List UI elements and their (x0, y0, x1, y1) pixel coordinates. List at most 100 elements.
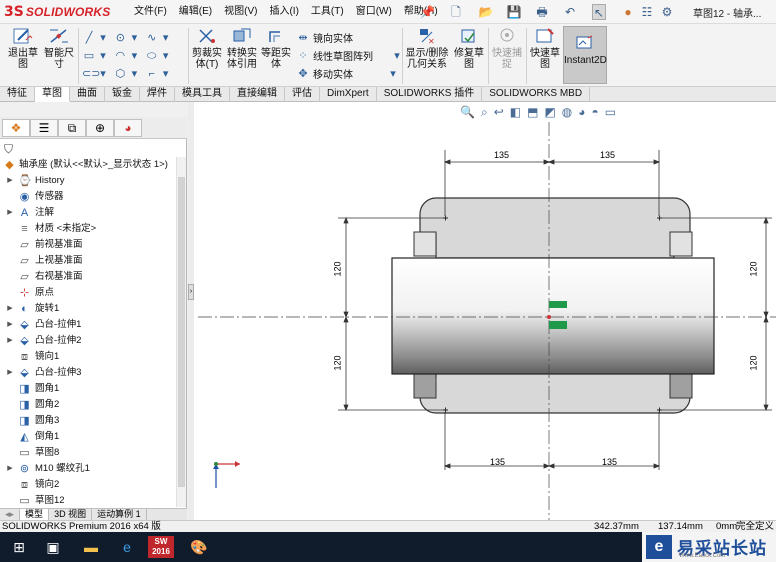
notch-top-left[interactable] (413, 231, 437, 257)
tab-3d-view[interactable]: 3D 视图 (49, 509, 93, 520)
menu-edit[interactable]: 编辑(E) (173, 4, 218, 20)
configuration-manager-tab[interactable]: ⧉ (58, 119, 86, 137)
tree-item[interactable]: ▶ ⬙ 凸台-拉伸1 (0, 317, 176, 333)
tree-item[interactable]: ▶ ⬙ 凸台-拉伸3 (0, 365, 176, 381)
solidworks-taskbar-icon[interactable]: SW 2016 (148, 536, 174, 558)
tab-motion-study[interactable]: 运动算例 1 (92, 509, 147, 520)
relation-icon-symmetric[interactable] (559, 321, 567, 329)
expand-arrow-icon[interactable]: ▶ (6, 317, 14, 333)
notch-bottom-left[interactable] (413, 373, 437, 399)
rebuild-icon[interactable]: ● (622, 4, 634, 20)
relation-icon-symmetric[interactable] (549, 321, 559, 329)
shaft-body[interactable] (391, 257, 715, 375)
scene-icon[interactable]: ◓ (592, 105, 599, 123)
solidworks-logo[interactable]: 3S SOLIDWORKS (4, 3, 111, 21)
tree-item[interactable]: ▱ 右视基准面 (0, 269, 176, 285)
tree-item[interactable]: ▱ 上视基准面 (0, 253, 176, 269)
tree-item[interactable]: ▶ ◐ 旋转1 (0, 301, 176, 317)
tree-item[interactable]: ◨ 圆角2 (0, 397, 176, 413)
relation-icon-equal[interactable] (549, 301, 559, 308)
dropdown-icon[interactable]: ▾ (159, 32, 173, 44)
expand-arrow-icon[interactable]: ▶ (6, 205, 14, 221)
expand-arrow-icon[interactable]: ▶ (6, 173, 14, 189)
dimxpert-manager-tab[interactable]: ⊕ (86, 119, 114, 137)
previous-view-icon[interactable]: ↩ (494, 105, 504, 123)
linear-pattern-button[interactable]: ⁘ 线性草图阵列 ▾ (296, 48, 404, 64)
dim-right-bottom[interactable]: 120 (749, 355, 759, 370)
tree-item[interactable]: ◨ 圆角3 (0, 413, 176, 429)
task-view-icon[interactable]: ▣ (40, 536, 66, 558)
monitor-icon[interactable]: ▭ (605, 105, 616, 123)
tree-item[interactable]: ▶ ⬙ 凸台-拉伸2 (0, 333, 176, 349)
tab-evaluate[interactable]: 评估 (285, 87, 320, 102)
tree-item[interactable]: ⊹ 原点 (0, 285, 176, 301)
zoom-to-fit-icon[interactable]: 🔍 (460, 105, 475, 123)
dim-right-top[interactable]: 120 (749, 261, 759, 276)
pin-icon[interactable]: 📌 (420, 4, 435, 20)
tree-item[interactable]: ◨ 圆角1 (0, 381, 176, 397)
tree-item[interactable]: ◭ 倒角1 (0, 429, 176, 445)
save-icon[interactable]: 💾 (506, 4, 522, 20)
dim-bottom-right[interactable]: 135 (602, 457, 617, 467)
file-properties-icon[interactable]: ☷ (640, 4, 654, 20)
expand-arrow-icon[interactable]: ▶ (6, 301, 14, 317)
undo-icon[interactable]: ↶ (562, 4, 578, 20)
tree-item[interactable]: ▶ ⊚ M10 螺纹孔1 (0, 461, 176, 477)
fillet-sketch-icon[interactable]: ⌐ (145, 68, 159, 80)
property-manager-tab[interactable]: ☰ (30, 119, 58, 137)
dropdown-icon[interactable]: ▾ (127, 32, 141, 44)
menu-tools[interactable]: 工具(T) (305, 4, 350, 20)
section-view-icon[interactable]: ◧ (510, 105, 521, 123)
origin-point[interactable] (547, 315, 551, 319)
dropdown-icon[interactable]: ▾ (386, 68, 400, 80)
rapid-sketch-button[interactable]: 快速草 图 (528, 26, 562, 70)
tree-item[interactable]: ▭ 草图12 (0, 493, 176, 509)
dim-left-top[interactable]: 120 (333, 261, 343, 276)
tab-model[interactable]: 模型 (20, 509, 50, 520)
dropdown-icon[interactable]: ▾ (159, 50, 173, 62)
menu-view[interactable]: 视图(V) (218, 4, 263, 20)
appearance-icon[interactable]: ◕ (578, 105, 585, 123)
tree-item[interactable]: ≡ 材质 <未指定> (0, 221, 176, 237)
tree-item[interactable]: ◉ 传感器 (0, 189, 176, 205)
graphics-area[interactable]: 135 135 135 135 120 120 120 120 › (188, 102, 776, 520)
quick-snaps-button[interactable]: 快速捕 捉 (490, 26, 524, 70)
housing-top[interactable] (419, 197, 691, 259)
tree-item[interactable]: ▭ 草图8 (0, 445, 176, 461)
dim-left-bottom[interactable]: 120 (333, 355, 343, 370)
tree-root[interactable]: ◆ 轴承座 (默认<<默认>_显示状态 1>) (0, 157, 176, 173)
tab-mold-tools[interactable]: 模具工具 (175, 87, 230, 102)
offset-entities-button[interactable]: 等距实 体 (260, 26, 292, 70)
dim-top-right[interactable]: 135 (600, 150, 615, 160)
menu-file[interactable]: 文件(F) (128, 4, 173, 20)
exit-sketch-button[interactable]: 退出草 图 (4, 26, 42, 70)
arc-icon[interactable]: ◠ (113, 50, 127, 62)
print-icon[interactable]: 🖶 (534, 4, 550, 20)
tree-item[interactable]: ▶ ⌚ History (0, 173, 176, 189)
dropdown-icon[interactable]: ▾ (96, 68, 110, 80)
repair-sketch-button[interactable]: 修复草 图 (452, 26, 486, 70)
dropdown-icon[interactable]: ▾ (96, 50, 110, 62)
dim-top-left[interactable]: 135 (494, 150, 509, 160)
tab-dimxpert[interactable]: DimXpert (320, 87, 377, 102)
relation-icon-equal[interactable] (559, 301, 567, 308)
instant2d-button[interactable]: Instant2D (563, 26, 607, 84)
slot-icon[interactable]: ⊂⊃ (82, 68, 100, 80)
menu-window[interactable]: 窗口(W) (350, 4, 398, 20)
dropdown-icon[interactable]: ▾ (159, 68, 173, 80)
filter-icon[interactable]: ⛉ (4, 142, 13, 157)
display-delete-relations-button[interactable]: ✕ 显示/删除 几何关系 (404, 26, 450, 70)
tab-surfaces[interactable]: 曲面 (70, 87, 105, 102)
tab-addins[interactable]: SOLIDWORKS 插件 (377, 87, 483, 102)
panel-collapse-handle[interactable]: › (188, 284, 194, 300)
open-icon[interactable]: 📂 (478, 4, 494, 20)
smart-dimension-button[interactable]: ◆ 智能尺 寸 (42, 26, 76, 70)
notch-top-right[interactable] (669, 231, 693, 257)
dim-bottom-left[interactable]: 135 (490, 457, 505, 467)
view-orientation-icon[interactable]: ⬒ (527, 105, 538, 123)
move-entities-button[interactable]: ✥ 移动实体 ▾ (296, 66, 400, 82)
convert-entities-button[interactable]: 转换实 体引用 (224, 26, 260, 70)
trim-entities-button[interactable]: 剪裁实 体(T) (190, 26, 224, 70)
paint-icon[interactable]: 🎨 (186, 536, 212, 558)
menu-insert[interactable]: 插入(I) (263, 4, 304, 20)
